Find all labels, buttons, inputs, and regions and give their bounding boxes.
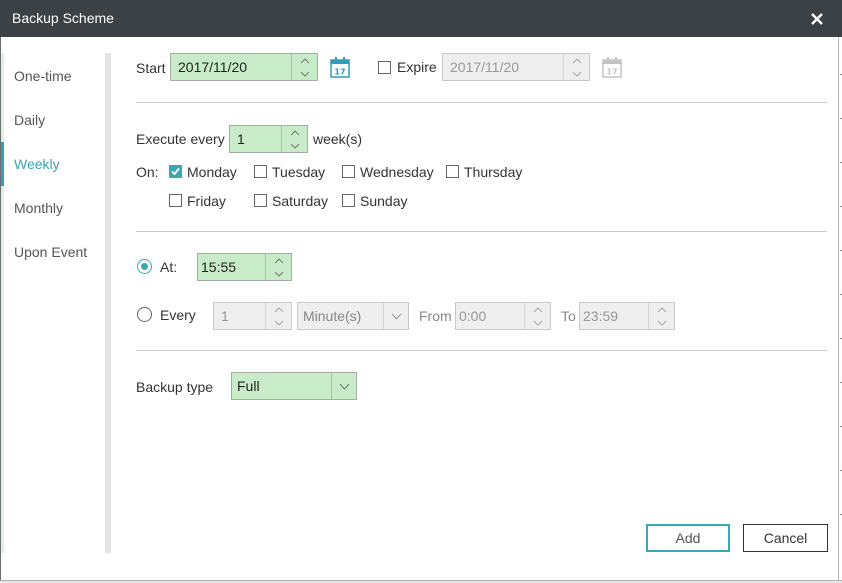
at-time-radio[interactable]	[137, 259, 152, 274]
week-interval-stepper[interactable]	[281, 126, 307, 152]
start-date-value: 2017/11/20	[178, 59, 248, 75]
at-label: At:	[160, 259, 178, 275]
thursday-label: Thursday	[464, 164, 523, 180]
interval-unit-value: Minute(s)	[303, 308, 362, 324]
interval-unit-dropdown[interactable]: Minute(s)	[297, 302, 409, 330]
at-time-value: 15:55	[201, 259, 237, 275]
to-time-value: 23:59	[583, 308, 619, 324]
monday-label: Monday	[187, 164, 237, 180]
chevron-up-icon[interactable]	[282, 126, 307, 139]
from-label: From	[419, 308, 452, 324]
sidebar-item-monthly[interactable]: Monthly	[1, 186, 105, 230]
expire-date-value: 2017/11/20	[450, 59, 520, 75]
wednesday-checkbox[interactable]	[342, 165, 355, 178]
every-interval-stepper[interactable]	[265, 303, 291, 329]
start-label: Start	[136, 60, 166, 76]
at-time-field[interactable]: 15:55	[197, 253, 292, 281]
add-button[interactable]: Add	[646, 524, 730, 552]
calendar-day-text: 17	[334, 68, 345, 77]
week-interval-value: 1	[237, 131, 245, 147]
cancel-button[interactable]: Cancel	[743, 524, 828, 552]
every-interval-radio[interactable]	[137, 307, 152, 322]
thursday-checkbox[interactable]	[446, 165, 459, 178]
wednesday-label: Wednesday	[360, 164, 434, 180]
chevron-up-icon[interactable]	[266, 254, 291, 267]
chevron-down-icon[interactable]	[564, 67, 589, 80]
sunday-label: Sunday	[360, 193, 408, 209]
saturday-label: Saturday	[272, 193, 329, 209]
from-time-field[interactable]: 0:00	[455, 302, 551, 330]
friday-label: Friday	[187, 193, 226, 209]
to-time-field[interactable]: 23:59	[579, 302, 675, 330]
every-interval-field[interactable]: 1	[213, 302, 292, 330]
chevron-down-icon[interactable]	[266, 316, 291, 329]
monday-checkbox[interactable]	[169, 165, 182, 178]
on-label: On:	[136, 164, 159, 180]
close-icon	[811, 12, 823, 25]
chevron-up-icon[interactable]	[266, 303, 291, 316]
chevron-up-icon[interactable]	[292, 54, 317, 67]
calendar-day-text: 17	[606, 68, 617, 77]
sidebar-item-daily[interactable]: Daily	[1, 98, 105, 142]
backup-type-value: Full	[237, 378, 260, 394]
to-label: To	[561, 308, 576, 324]
chevron-down-icon[interactable]	[383, 303, 408, 329]
section-divider	[136, 231, 827, 232]
title-bar	[0, 0, 842, 37]
backup-type-label: Backup type	[136, 379, 214, 395]
week-unit-label: week(s)	[313, 131, 363, 147]
sidebar-item-label: Weekly	[14, 156, 60, 172]
sidebar-item-label: Upon Event	[14, 244, 88, 260]
sidebar-item-label: One-time	[14, 68, 72, 84]
start-date-field[interactable]: 2017/11/20	[170, 53, 318, 81]
week-interval-field[interactable]: 1	[229, 125, 308, 153]
close-button[interactable]	[800, 0, 834, 37]
backup-type-dropdown[interactable]: Full	[231, 372, 357, 400]
checkmark-icon	[171, 167, 180, 176]
sidebar-item-upon-event[interactable]: Upon Event	[1, 230, 105, 274]
every-interval-value: 1	[221, 308, 229, 324]
start-calendar-icon[interactable]: 17	[330, 56, 350, 78]
every-label: Every	[160, 307, 196, 323]
to-time-stepper[interactable]	[648, 303, 674, 329]
chevron-down-icon[interactable]	[649, 316, 674, 329]
section-divider	[136, 350, 827, 351]
execute-every-label: Execute every	[136, 131, 225, 147]
expire-checkbox[interactable]	[378, 61, 391, 74]
expire-date-field[interactable]: 2017/11/20	[442, 53, 590, 81]
chevron-down-icon[interactable]	[331, 373, 356, 399]
tuesday-checkbox[interactable]	[254, 165, 267, 178]
start-date-stepper[interactable]	[291, 54, 317, 80]
sunday-checkbox[interactable]	[342, 194, 355, 207]
sidebar-item-one-time[interactable]: One-time	[1, 54, 105, 98]
tuesday-label: Tuesday	[272, 164, 326, 180]
window-title: Backup Scheme	[12, 10, 114, 26]
sidebar-item-label: Daily	[14, 112, 46, 128]
expire-label: Expire	[397, 59, 437, 75]
expire-date-stepper[interactable]	[563, 54, 589, 80]
at-time-stepper[interactable]	[265, 254, 291, 280]
chevron-down-icon[interactable]	[525, 316, 550, 329]
chevron-up-icon[interactable]	[525, 303, 550, 316]
saturday-checkbox[interactable]	[254, 194, 267, 207]
sidebar-scrollbar[interactable]	[105, 53, 111, 553]
chevron-down-icon[interactable]	[292, 67, 317, 80]
sidebar-item-weekly[interactable]: Weekly	[1, 142, 105, 186]
from-time-value: 0:00	[459, 308, 487, 324]
chevron-up-icon[interactable]	[649, 303, 674, 316]
from-time-stepper[interactable]	[524, 303, 550, 329]
friday-checkbox[interactable]	[169, 194, 182, 207]
sidebar-item-label: Monthly	[14, 200, 64, 216]
chevron-down-icon[interactable]	[266, 267, 291, 280]
chevron-up-icon[interactable]	[564, 54, 589, 67]
chevron-down-icon[interactable]	[282, 139, 307, 152]
expire-calendar-icon[interactable]: 17	[602, 56, 622, 78]
section-divider	[136, 102, 827, 103]
